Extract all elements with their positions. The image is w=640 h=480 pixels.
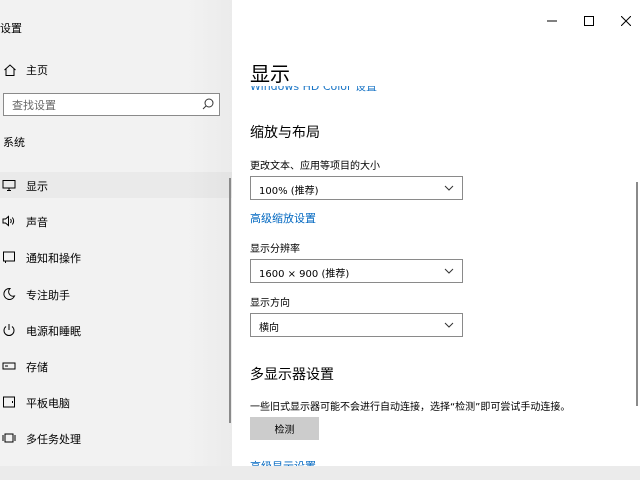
advanced-scaling-link[interactable]: 高级缩放设置 xyxy=(250,210,316,226)
title-bar xyxy=(232,0,640,38)
sidebar-item-focus-assist[interactable]: 专注助手 xyxy=(0,281,232,307)
orientation-label: 显示方向 xyxy=(250,298,290,309)
moon-icon xyxy=(3,287,16,300)
resolution-dropdown[interactable]: 1600 × 900 (推荐) xyxy=(250,259,463,283)
window-bottom-edge xyxy=(0,466,640,480)
text-size-dropdown[interactable]: 100% (推荐) xyxy=(250,176,463,200)
close-button[interactable] xyxy=(611,12,640,30)
power-icon xyxy=(3,324,15,336)
notification-icon xyxy=(3,251,15,263)
chevron-down-icon xyxy=(444,268,454,274)
storage-icon xyxy=(2,362,16,370)
minimize-button[interactable] xyxy=(537,12,567,30)
sidebar-item-multitasking[interactable]: 多任务处理 xyxy=(0,425,232,451)
sidebar-item-label: 通知和操作 xyxy=(26,252,81,265)
scale-layout-heading: 缩放与布局 xyxy=(250,125,320,141)
text-size-value: 100% (推荐) xyxy=(259,186,319,197)
minimize-icon xyxy=(547,20,557,22)
sidebar-item-notifications[interactable]: 通知和操作 xyxy=(0,244,232,270)
monitor-icon xyxy=(2,180,16,191)
sidebar-item-display[interactable]: 显示 xyxy=(0,172,232,198)
multi-display-description: 一些旧式显示器可能不会进行自动连接，选择“检测”即可尝试手动连接。 xyxy=(250,402,571,413)
search-input[interactable] xyxy=(4,95,202,116)
sidebar-item-label: 电源和睡眠 xyxy=(26,325,81,338)
text-size-label: 更改文本、应用等项目的大小 xyxy=(250,161,380,172)
section-label: 系统 xyxy=(3,136,25,149)
sidebar-item-label: 存储 xyxy=(26,361,48,374)
chevron-down-icon xyxy=(444,322,454,328)
main-content: 显示 Windows HD Color 设置 缩放与布局 更改文本、应用等项目的… xyxy=(232,0,640,466)
resolution-value: 1600 × 900 (推荐) xyxy=(259,269,350,280)
chevron-down-icon xyxy=(444,185,454,191)
orientation-value: 横向 xyxy=(259,323,279,334)
sidebar-item-storage[interactable]: 存储 xyxy=(0,353,232,379)
home-icon xyxy=(4,64,16,76)
multi-display-heading: 多显示器设置 xyxy=(250,367,334,383)
close-icon xyxy=(621,16,631,26)
detect-button[interactable]: 检测 xyxy=(250,417,319,440)
sidebar-item-home[interactable]: 主页 xyxy=(0,58,232,82)
sidebar-scrollbar[interactable] xyxy=(229,178,231,423)
main-scrollbar[interactable] xyxy=(636,182,638,406)
search-icon[interactable] xyxy=(201,97,215,111)
sidebar-item-sound[interactable]: 声音 xyxy=(0,208,232,234)
app-title: 设置 xyxy=(0,22,22,35)
maximize-button[interactable] xyxy=(574,12,604,30)
advanced-display-link[interactable]: 高级显示设置 xyxy=(250,458,316,466)
page-title: 显示 xyxy=(250,62,290,86)
speaker-icon xyxy=(2,215,15,227)
sidebar: 设置 主页 系统 显示 声音 通知和操作 xyxy=(0,0,232,466)
sidebar-item-tablet[interactable]: 平板电脑 xyxy=(0,389,232,415)
sidebar-item-label: 主页 xyxy=(26,64,48,77)
orientation-dropdown[interactable]: 横向 xyxy=(250,313,463,337)
sidebar-item-label: 多任务处理 xyxy=(26,433,81,446)
multitask-icon xyxy=(2,433,16,443)
tablet-icon xyxy=(3,396,15,408)
sidebar-item-power-sleep[interactable]: 电源和睡眠 xyxy=(0,317,232,343)
resolution-label: 显示分辨率 xyxy=(250,244,300,255)
sidebar-item-label: 平板电脑 xyxy=(26,397,70,410)
maximize-icon xyxy=(584,16,594,26)
search-box[interactable] xyxy=(3,93,220,116)
sidebar-item-label: 声音 xyxy=(26,216,48,229)
sidebar-item-label: 显示 xyxy=(26,180,48,193)
sidebar-item-label: 专注助手 xyxy=(26,289,70,302)
